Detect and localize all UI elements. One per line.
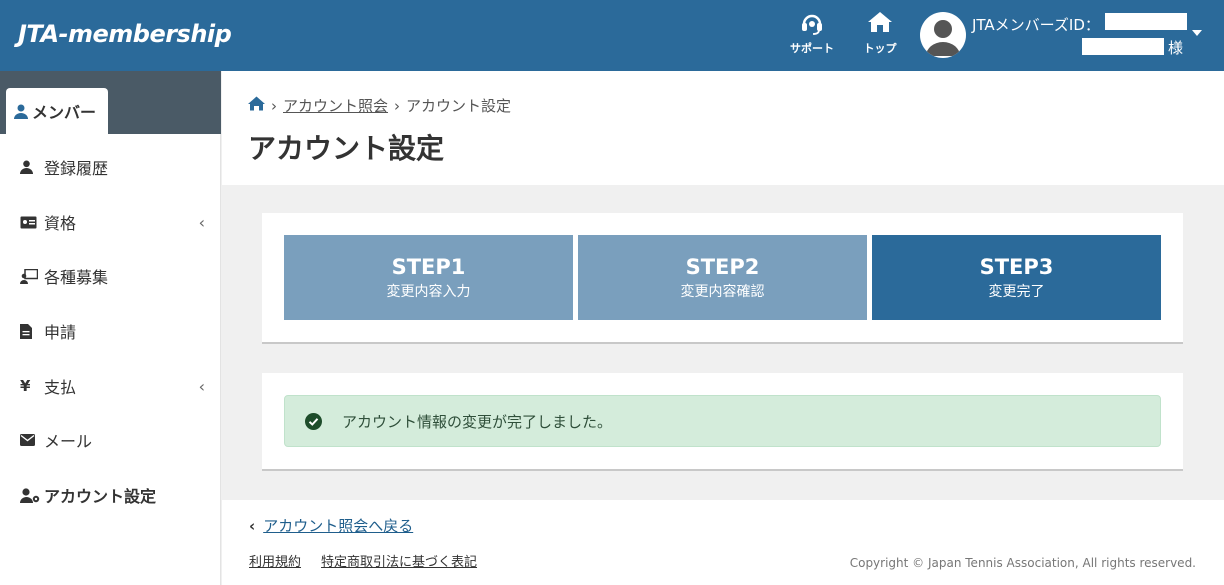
step-number: STEP3 xyxy=(979,255,1054,279)
home-icon[interactable] xyxy=(248,96,265,115)
user-avatar[interactable] xyxy=(920,12,966,58)
step-3: STEP3 変更完了 xyxy=(872,235,1161,320)
breadcrumb: › アカウント照会 › アカウント設定 xyxy=(248,95,511,116)
headset-icon xyxy=(784,10,840,38)
commerce-law-link[interactable]: 特定商取引法に基づく表記 xyxy=(321,551,477,570)
copyright-text: Copyright © Japan Tennis Association, Al… xyxy=(849,556,1196,570)
success-alert: アカウント情報の変更が完了しました。 xyxy=(284,395,1161,447)
sidebar-item-label: メール xyxy=(44,432,93,451)
top-header: JTA-membership サポート トップ JTAメンバーズID： 様 xyxy=(0,0,1224,71)
breadcrumb-current: アカウント設定 xyxy=(406,97,512,115)
back-link-text: アカウント照会へ戻る xyxy=(263,517,414,535)
sidebar-item-label: 支払 xyxy=(44,378,77,397)
envelope-icon xyxy=(20,432,42,448)
step-2: STEP2 変更内容確認 xyxy=(578,235,867,320)
user-name-redacted xyxy=(1082,38,1164,55)
sidebar-item-payment[interactable]: ¥ 支払 ‹ xyxy=(0,359,221,413)
sidebar-item-label: 申請 xyxy=(44,323,77,342)
sidebar-item-qualification[interactable]: 資格 ‹ xyxy=(0,195,221,249)
user-icon xyxy=(20,159,42,175)
top-button[interactable]: トップ xyxy=(852,10,908,56)
home-icon xyxy=(852,10,908,38)
check-circle-icon xyxy=(305,412,322,430)
footer-links: 利用規約 特定商取引法に基づく表記 xyxy=(249,551,477,570)
member-id-redacted xyxy=(1105,13,1187,30)
sidebar-item-label: 資格 xyxy=(44,214,77,233)
chevron-left-icon: ‹ xyxy=(198,377,205,396)
step-1: STEP1 変更内容入力 xyxy=(284,235,573,320)
user-icon xyxy=(14,104,28,119)
message-card: アカウント情報の変更が完了しました。 xyxy=(262,373,1183,471)
step-label: 変更内容確認 xyxy=(680,284,765,300)
app-logo[interactable]: JTA-membership xyxy=(18,20,232,48)
sidebar-item-label: 登録履歴 xyxy=(44,159,109,178)
step-number: STEP1 xyxy=(391,255,466,279)
back-to-account-inquiry-link[interactable]: ‹ アカウント照会へ戻る xyxy=(249,515,413,536)
sidebar-item-mail[interactable]: メール xyxy=(0,413,221,467)
sidebar-tab-member[interactable]: メンバー xyxy=(6,88,108,134)
sidebar-item-recruitment[interactable]: 各種募集 xyxy=(0,249,221,303)
step-indicator: STEP1 変更内容入力 STEP2 変更内容確認 STEP3 変更完了 xyxy=(262,213,1183,344)
breadcrumb-separator: › xyxy=(271,96,277,115)
alert-message: アカウント情報の変更が完了しました。 xyxy=(342,412,613,431)
member-id-label: JTAメンバーズID： xyxy=(972,16,1100,34)
sidebar-item-label: アカウント設定 xyxy=(44,487,157,506)
sidebar-item-label: 各種募集 xyxy=(44,268,109,287)
step-number: STEP2 xyxy=(685,255,760,279)
support-button[interactable]: サポート xyxy=(784,10,840,56)
breadcrumb-link-account-inquiry[interactable]: アカウント照会 xyxy=(283,95,388,116)
support-label: サポート xyxy=(790,42,834,55)
chevron-left-icon: ‹ xyxy=(198,213,205,232)
page-title: アカウント設定 xyxy=(248,132,445,165)
breadcrumb-separator: › xyxy=(394,96,401,115)
honorific-text: 様 xyxy=(1168,39,1184,57)
chevron-left-icon: ‹ xyxy=(249,516,256,535)
sidebar-item-history[interactable]: 登録履歴 xyxy=(0,140,221,194)
chalkboard-user-icon xyxy=(20,268,42,284)
user-gear-icon xyxy=(20,487,42,503)
top-label: トップ xyxy=(863,42,897,55)
sidebar-header: メンバー xyxy=(0,71,221,134)
step-label: 変更内容入力 xyxy=(386,284,471,300)
user-menu-caret-icon[interactable] xyxy=(1192,30,1202,36)
yen-icon: ¥ xyxy=(20,377,31,395)
sidebar-item-account-settings[interactable]: アカウント設定 xyxy=(0,468,221,522)
document-icon xyxy=(20,323,42,339)
step-label: 変更完了 xyxy=(988,284,1045,300)
sidebar-tab-label: メンバー xyxy=(32,103,97,122)
sidebar-item-application[interactable]: 申請 xyxy=(0,304,221,358)
terms-link[interactable]: 利用規約 xyxy=(249,551,301,570)
sidebar: メンバー 登録履歴 資格 ‹ 各種募集 申請 ¥ 支払 ‹ メール アカウント設… xyxy=(0,71,221,585)
footer: ‹ アカウント照会へ戻る 利用規約 特定商取引法に基づく表記 Copyright… xyxy=(222,500,1224,585)
id-card-icon xyxy=(20,214,42,230)
page-header: › アカウント照会 › アカウント設定 アカウント設定 xyxy=(222,71,1224,185)
